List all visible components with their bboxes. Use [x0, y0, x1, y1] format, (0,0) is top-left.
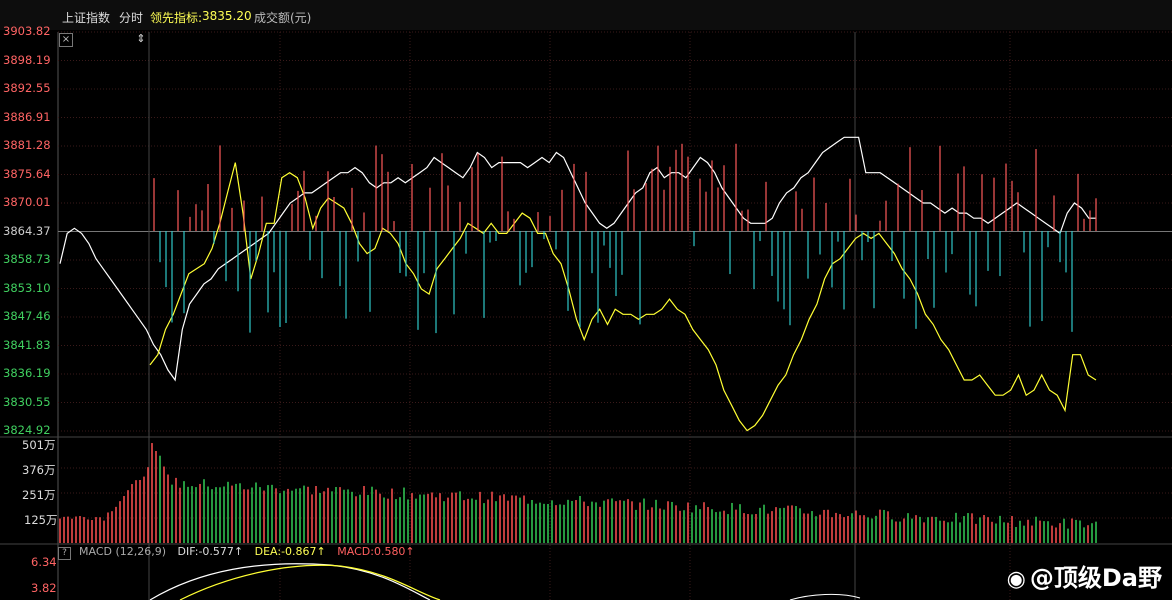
- price-tick-label: 3836.19: [3, 366, 51, 380]
- macd-dif: DIF:-0.577↑: [177, 545, 244, 558]
- price-tick-label: 3864.37: [3, 223, 51, 238]
- price-tick-label: 3858.73: [3, 252, 51, 266]
- price-tick-label: 3847.46: [3, 309, 51, 323]
- price-tick-label: 3898.19: [3, 52, 51, 67]
- volume-tick-label: 125万: [24, 513, 58, 527]
- price-tick-label: 3853.10: [3, 280, 51, 295]
- volume-tick-label: 376万: [22, 463, 56, 477]
- price-tick-label: 3903.82: [3, 24, 51, 38]
- macd-dif-line-tail: [789, 593, 861, 600]
- macd-name[interactable]: MACD (12,26,9): [79, 545, 166, 558]
- macd-legend: ? MACD (12,26,9) DIF:-0.577↑ DEA:-0.867↑ …: [58, 545, 423, 561]
- macd-tick-label: 3.82: [31, 581, 57, 595]
- intraday-chart: [0, 31, 1172, 600]
- price-tick-label: 3881.28: [3, 138, 51, 152]
- macd-dea: DEA:-0.867↑: [254, 545, 326, 558]
- weibo-watermark: ◉ @顶级Da野: [1006, 564, 1162, 592]
- chart-window: 上证指数 分时 领先指标: 3835.20 成交额(元) 3903.82 3898…: [0, 0, 1172, 600]
- help-icon[interactable]: ?: [58, 547, 71, 560]
- price-tick-label: 3892.55: [3, 81, 51, 95]
- price-tick-label: 3870.01: [3, 195, 51, 209]
- close-icon[interactable]: ×: [59, 33, 73, 47]
- macd-dea-line: [179, 564, 441, 600]
- macd-tick-label: 6.34: [31, 555, 57, 569]
- price-tick-label: 3841.83: [3, 337, 51, 352]
- price-tick-label: 3875.64: [3, 166, 51, 181]
- volume-tick-label: 251万: [22, 488, 56, 502]
- volume-tick-label: 501万: [22, 438, 56, 452]
- price-tick-label: 3886.91: [3, 109, 51, 124]
- macd-value: MACD:0.580↑: [337, 545, 415, 558]
- weibo-logo-icon: ◉: [1006, 567, 1026, 592]
- price-tick-label: 3830.55: [3, 394, 51, 409]
- price-tick-label: 3824.92: [3, 423, 51, 437]
- drag-handle-icon[interactable]: ⇕: [135, 32, 147, 46]
